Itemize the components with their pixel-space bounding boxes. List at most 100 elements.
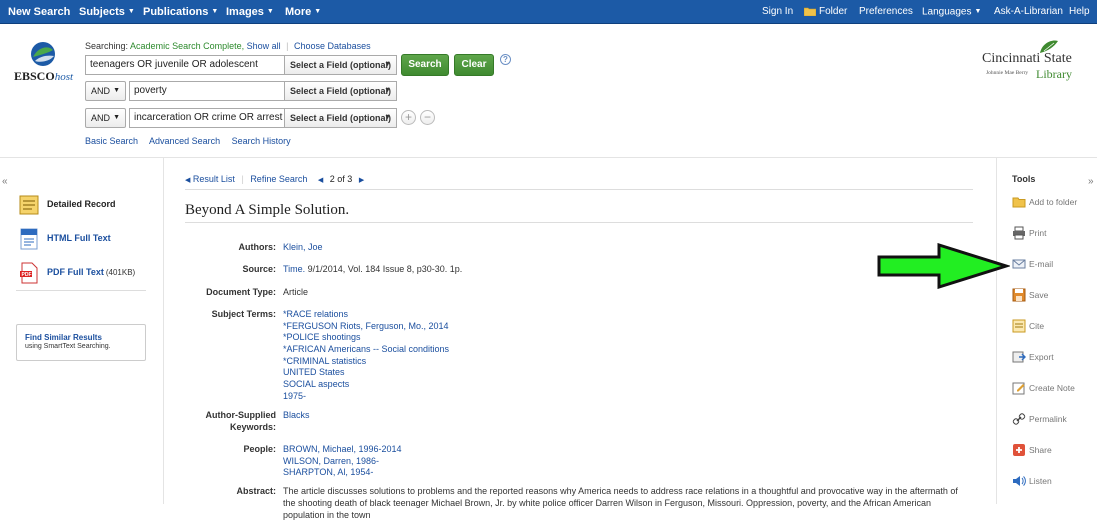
boolean-operator-select-3[interactable]: AND ▼ (85, 108, 126, 128)
html-file-icon (20, 228, 38, 250)
note-icon (1012, 382, 1025, 395)
author-link[interactable]: Klein, Joe (283, 241, 963, 253)
detailed-record-link[interactable]: Detailed Record (18, 194, 138, 220)
next-record-icon[interactable]: ▶ (359, 177, 364, 184)
field-select-2[interactable]: Select a Field (optional) ▼ (285, 81, 397, 101)
tools-sidebar: Tools Add to folder Print E-mail Save Ci… (996, 158, 1097, 504)
export-tool[interactable]: Export (1012, 350, 1092, 368)
subject-term-link[interactable]: *AFRICAN Americans -- Social conditions (283, 343, 963, 355)
previous-record-icon[interactable]: ◀ (318, 177, 323, 184)
remove-row-button[interactable]: − (420, 110, 435, 125)
result-list-link[interactable]: Result List (193, 174, 235, 184)
subject-term-link[interactable]: *CRIMINAL statistics (283, 355, 963, 367)
choose-databases-link[interactable]: Choose Databases (294, 41, 371, 51)
search-input-2[interactable]: poverty (129, 81, 285, 101)
listen-tool[interactable]: Listen (1012, 474, 1092, 492)
chevron-down-icon: ▼ (266, 8, 274, 16)
nav-ask-a-librarian[interactable]: Ask-A-Librarian (994, 0, 1063, 24)
divider (185, 189, 973, 190)
nav-more[interactable]: More ▼ (285, 0, 321, 24)
nav-subjects[interactable]: Subjects ▼ (79, 0, 135, 24)
search-input-3[interactable]: incarceration OR crime OR arrest (129, 108, 285, 128)
record-count: 2 of 3 (329, 174, 353, 184)
library-name: Cincinnati State (982, 51, 1072, 66)
person-link[interactable]: SHARPTON, Al, 1954- (283, 466, 963, 478)
pdf-full-text-link[interactable]: PDF PDF Full Text (401KB) (18, 262, 138, 288)
search-history-link[interactable]: Search History (232, 136, 291, 146)
nav-new-search[interactable]: New Search (8, 0, 70, 24)
person-link[interactable]: WILSON, Darren, 1986- (283, 455, 963, 467)
nav-folder-label: Folder (819, 6, 848, 17)
source-details: 9/1/2014, Vol. 184 Issue 8, p30-30. 1p. (305, 264, 463, 274)
nav-publications-label: Publications (143, 6, 209, 18)
chevron-down-icon: ▼ (974, 8, 982, 15)
document-icon (19, 195, 39, 215)
search-button[interactable]: Search (401, 54, 449, 76)
pdf-file-icon: PDF (20, 262, 38, 284)
ebsco-globe-icon (31, 42, 55, 66)
email-tool[interactable]: E-mail (1012, 257, 1092, 275)
nav-sign-in[interactable]: Sign In (762, 0, 793, 24)
help-icon[interactable]: ? (500, 54, 511, 65)
nav-help-label: Help (1069, 6, 1090, 17)
chevron-down-icon: ▼ (384, 87, 391, 94)
source-link[interactable]: Time. (283, 264, 305, 274)
subject-term-link[interactable]: *RACE relations (283, 308, 963, 320)
search-mode-links: Basic Search Advanced Search Search Hist… (85, 136, 300, 146)
nav-folder[interactable]: Folder (803, 0, 848, 24)
library-label: Library (1036, 67, 1072, 81)
subject-term-link[interactable]: *POLICE shootings (283, 331, 963, 343)
add-to-folder-tool[interactable]: Add to folder (1012, 195, 1092, 213)
print-tool[interactable]: Print (1012, 226, 1092, 244)
person-link[interactable]: BROWN, Michael, 1996-2014 (283, 443, 963, 455)
chevron-down-icon: ▼ (211, 8, 219, 16)
nav-help[interactable]: Help (1069, 0, 1090, 24)
advanced-search-link[interactable]: Advanced Search (149, 136, 220, 146)
clear-button[interactable]: Clear (454, 54, 494, 76)
share-tool[interactable]: Share (1012, 443, 1092, 461)
create-note-tool[interactable]: Create Note (1012, 381, 1092, 399)
subject-term-link[interactable]: UNITED States (283, 366, 963, 378)
nav-publications[interactable]: Publications ▼ (143, 0, 218, 24)
tool-label: E-mail (1029, 259, 1054, 269)
ebscohost-logo[interactable]: EBSCOhost (12, 41, 74, 96)
save-icon (1012, 288, 1026, 302)
library-logo[interactable]: Cincinnati State Johnnie Mae Berry Libra… (980, 39, 1080, 89)
searching-label: Searching: (85, 41, 129, 51)
search-input-1[interactable]: teenagers OR juvenile OR adolescent (85, 55, 285, 75)
nav-languages[interactable]: Languages ▼ (922, 0, 981, 24)
subject-term-link[interactable]: *FERGUSON Riots, Ferguson, Mo., 2014 (283, 320, 963, 332)
tools-heading: Tools (1012, 174, 1036, 184)
record-main: ◀ Result List | Refine Search ◀ 2 of 3 ▶… (165, 158, 996, 520)
html-full-text-label: HTML Full Text (47, 233, 111, 243)
tool-label: Permalink (1029, 414, 1067, 424)
result-navigation: ◀ Result List | Refine Search ◀ 2 of 3 ▶ (185, 174, 364, 184)
save-tool[interactable]: Save (1012, 288, 1092, 306)
refine-search-link[interactable]: Refine Search (250, 174, 307, 184)
basic-search-link[interactable]: Basic Search (85, 136, 138, 146)
keyword-link[interactable]: Blacks (283, 409, 963, 421)
tool-label: Print (1029, 228, 1047, 238)
folder-icon (1012, 197, 1026, 208)
subject-term-link[interactable]: 1975- (283, 390, 963, 402)
find-similar-box[interactable]: Find Similar Results using SmartText Sea… (16, 324, 146, 361)
boolean-operator-select-2[interactable]: AND ▼ (85, 81, 126, 101)
field-select-3[interactable]: Select a Field (optional) ▼ (285, 108, 397, 128)
cite-tool[interactable]: Cite (1012, 319, 1092, 337)
permalink-tool[interactable]: Permalink (1012, 412, 1092, 430)
record-title: Beyond A Simple Solution. (185, 202, 350, 218)
add-row-button[interactable]: + (401, 110, 416, 125)
show-all-link[interactable]: Show all (247, 41, 281, 51)
nav-images[interactable]: Images ▼ (226, 0, 274, 24)
source-label: Source: (242, 264, 276, 274)
top-navigation-bar: New Search Subjects ▼ Publications ▼ Image… (0, 0, 1097, 24)
nav-new-search-label: New Search (8, 6, 71, 18)
chevron-down-icon: ▼ (127, 8, 135, 16)
nav-preferences[interactable]: Preferences (859, 0, 913, 24)
chevron-down-icon: ▼ (113, 87, 120, 94)
chevron-down-icon: ▼ (384, 114, 391, 121)
subject-term-link[interactable]: SOCIAL aspects (283, 378, 963, 390)
html-full-text-link[interactable]: HTML Full Text (18, 228, 138, 254)
field-select-1[interactable]: Select a Field (optional) ▼ (285, 55, 397, 75)
divider (16, 290, 146, 291)
